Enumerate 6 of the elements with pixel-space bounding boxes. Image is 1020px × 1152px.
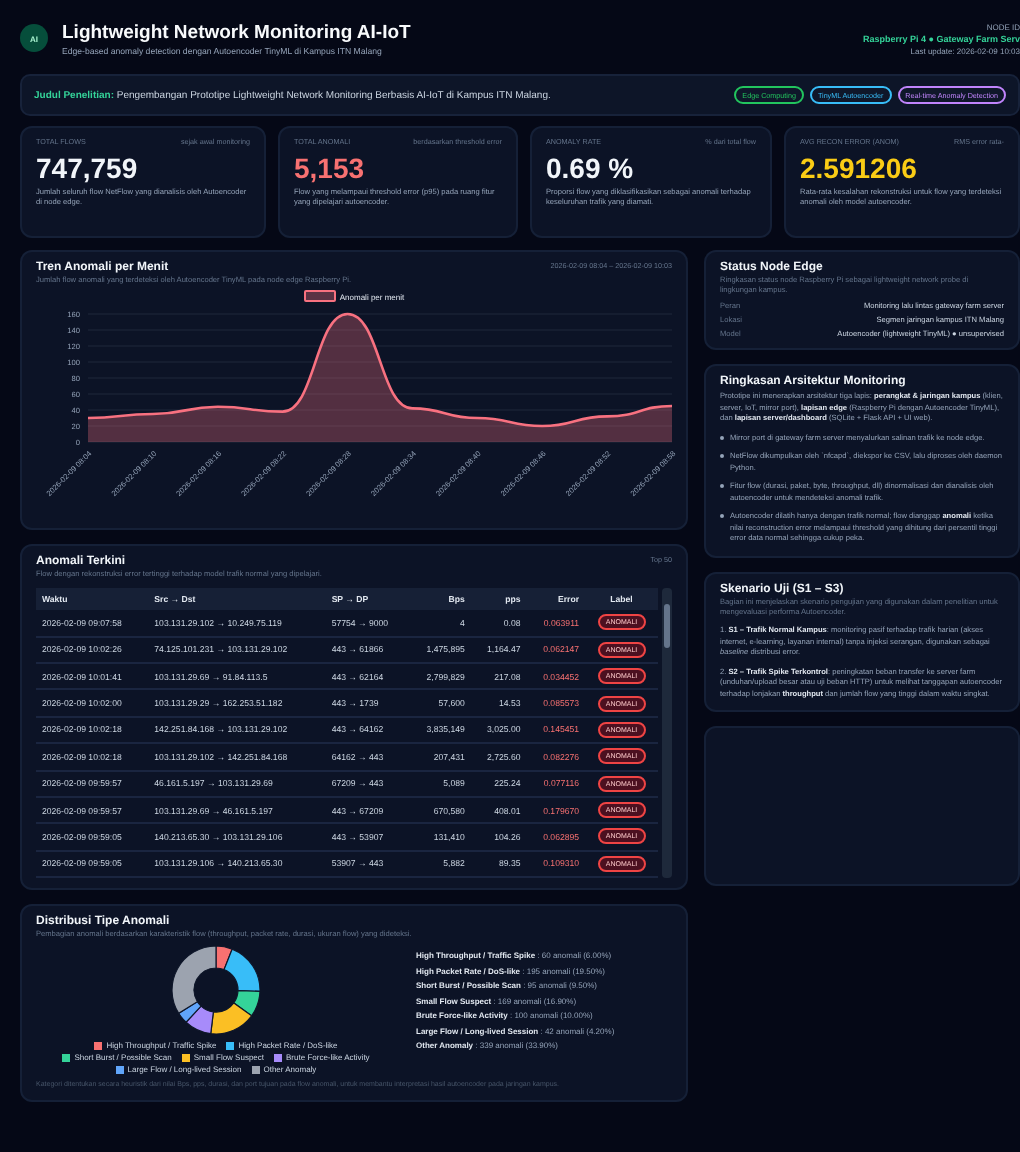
stat-value: 747,759 <box>36 152 140 184</box>
scrollbar[interactable] <box>662 588 672 878</box>
stat-value: 5,153 <box>294 152 367 184</box>
stat-value: 0.69 % <box>546 152 636 184</box>
stat-value: 2.591206 <box>800 152 919 184</box>
app-title: Lightweight Network Monitoring AI-IoT <box>62 21 413 43</box>
